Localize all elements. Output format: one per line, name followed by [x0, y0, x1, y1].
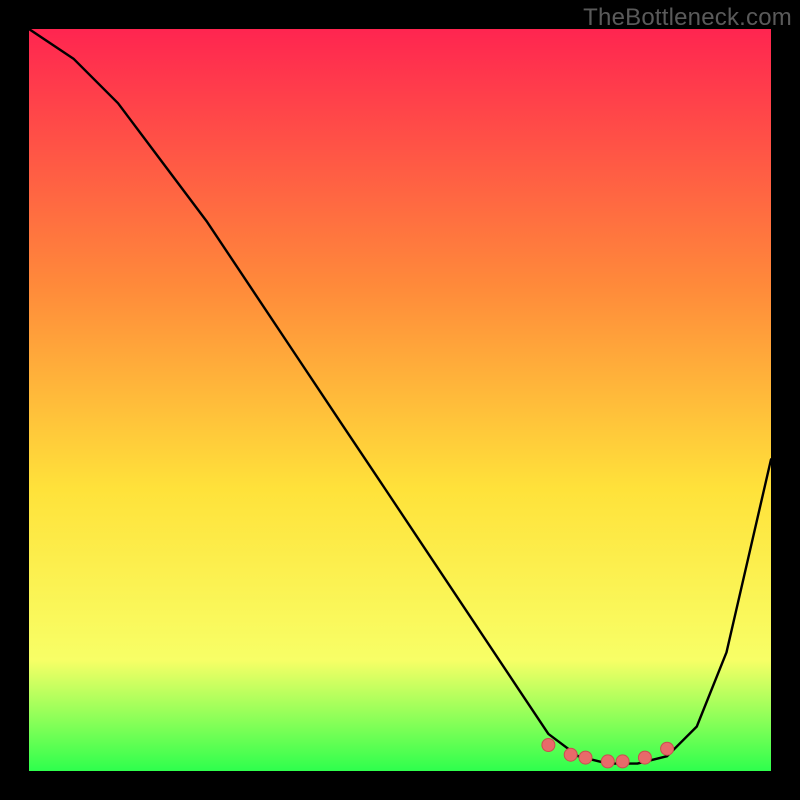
marker-point	[579, 751, 592, 764]
marker-point	[564, 748, 577, 761]
gradient-background	[29, 29, 771, 771]
bottleneck-chart	[29, 29, 771, 771]
chart-frame	[29, 29, 771, 771]
marker-point	[638, 751, 651, 764]
marker-point	[616, 755, 629, 768]
marker-point	[661, 742, 674, 755]
marker-point	[601, 755, 614, 768]
marker-point	[542, 739, 555, 752]
watermark-text: TheBottleneck.com	[583, 4, 792, 32]
